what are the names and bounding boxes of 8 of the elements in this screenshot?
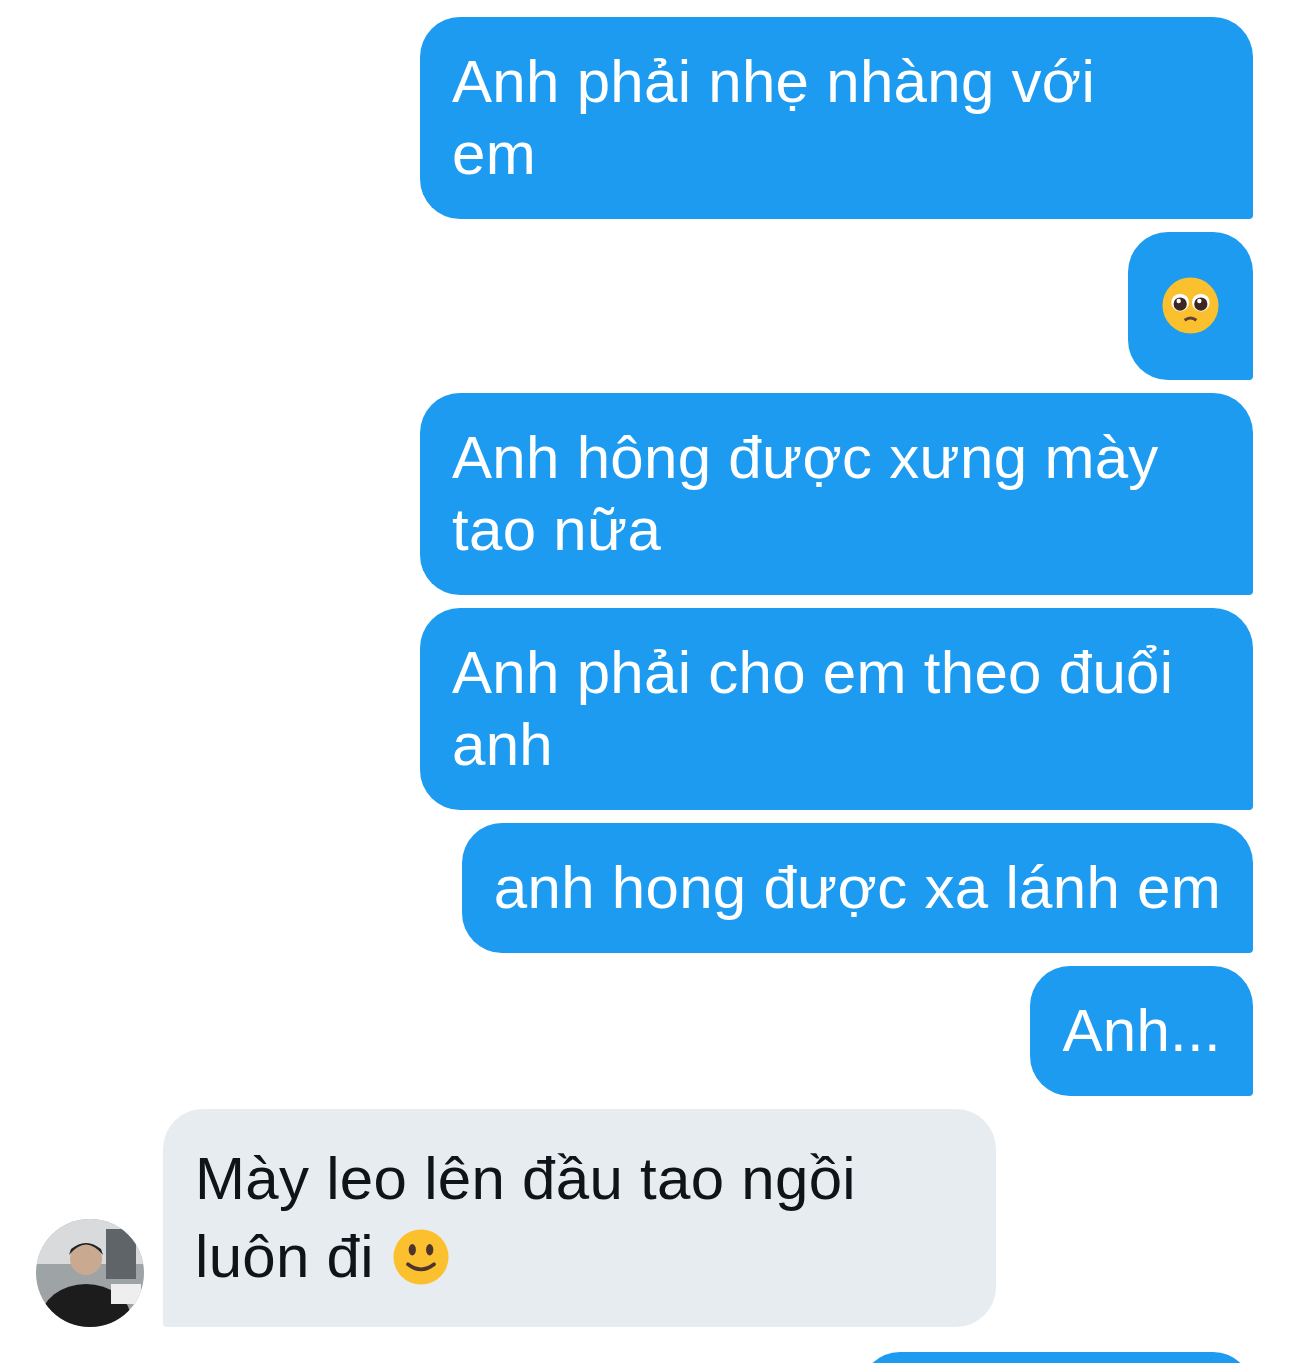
message-bubble: anh hong được xa lánh em: [461, 823, 1253, 953]
message-bubble: Mày leo lên đầu tao ngồi luôn đi: [163, 1109, 996, 1327]
message-bubble: Anh phải nhẹ nhàng với em: [420, 17, 1253, 219]
message-bubble: Anh hông được xưng mày tao nữa: [420, 393, 1253, 595]
message-bubble: Anh...: [1030, 966, 1253, 1096]
message-bubble: Anh phải cho em theo đuổi anh: [420, 608, 1253, 810]
pleading-face-icon: [1161, 276, 1220, 335]
smiling-face-icon: [391, 1228, 450, 1286]
